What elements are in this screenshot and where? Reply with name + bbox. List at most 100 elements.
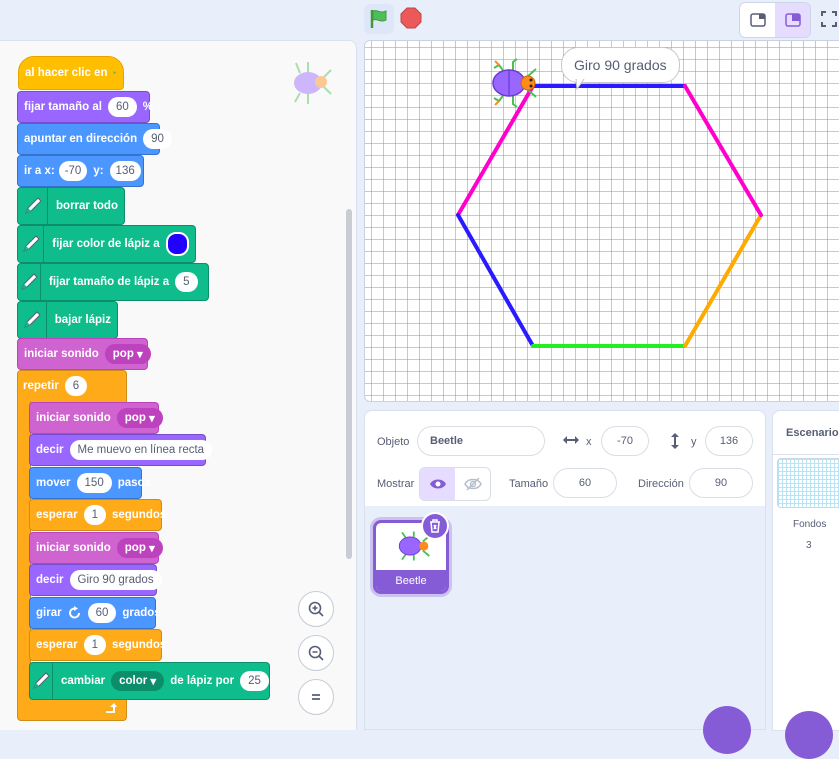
direction-label: Dirección	[638, 478, 684, 490]
y-input[interactable]: 136	[705, 426, 753, 456]
block-label: apuntar en dirección	[24, 133, 138, 145]
x-input[interactable]: -70	[58, 161, 88, 181]
set-pen-color-block[interactable]: fijar color de lápiz a	[17, 225, 196, 263]
block-label: iniciar sonido	[36, 412, 111, 424]
block-label: borrar todo	[56, 200, 118, 212]
block-suffix: grados	[122, 607, 161, 619]
block-suffix: pasos	[117, 477, 151, 489]
block-label: cambiar	[61, 675, 106, 687]
small-stage-icon[interactable]	[740, 3, 775, 37]
stage-target-pane[interactable]: Escenario Fondos 3	[772, 410, 839, 759]
code-area[interactable]: al hacer clic en fijar tamaño al 60 % ap…	[0, 40, 357, 730]
hide-eye-icon[interactable]	[455, 468, 490, 500]
sound-dropdown[interactable]: pop ▾	[116, 538, 163, 558]
pen-down-block[interactable]: bajar lápiz	[17, 301, 118, 339]
rotate-right-icon	[68, 606, 82, 620]
size-label: Tamaño	[509, 478, 549, 490]
y-input[interactable]: 136	[109, 161, 141, 181]
set-size-block[interactable]: fijar tamaño al 60 %	[17, 91, 153, 123]
sprite-ghost-icon	[282, 59, 334, 110]
x-input[interactable]: -70	[601, 426, 649, 456]
point-in-direction-block[interactable]: apuntar en dirección 90	[17, 123, 172, 155]
direction-input[interactable]: 90	[689, 468, 753, 498]
normal-stage-icon[interactable]	[775, 3, 810, 37]
sprite-list: Beetle	[364, 506, 766, 754]
zoom-in-icon[interactable]	[298, 591, 334, 627]
block-label: fijar tamaño de lápiz a	[49, 276, 170, 288]
add-backdrop-button[interactable]	[785, 711, 833, 759]
sound-dropdown[interactable]: pop ▾	[104, 344, 151, 364]
block-label: al hacer clic en	[25, 67, 108, 79]
stage-size-toggle	[739, 2, 811, 38]
backdrops-count: 3	[806, 540, 812, 551]
stop-icon[interactable]	[399, 6, 423, 30]
block-label: bajar lápiz	[54, 314, 111, 326]
wait-seconds-input[interactable]: 1	[83, 635, 106, 655]
set-pen-size-block[interactable]: fijar tamaño de lápiz a 5	[17, 263, 209, 301]
block-label: mover	[36, 477, 71, 489]
stage[interactable]: Giro 90 grados	[364, 40, 839, 402]
sound-dropdown[interactable]: pop ▾	[116, 408, 163, 428]
size-input[interactable]: 60	[553, 468, 617, 498]
change-pen-param-block[interactable]: cambiar color ▾ de lápiz por 25	[29, 662, 270, 700]
go-to-xy-block[interactable]: ir a x: -70 y: 136	[17, 155, 144, 187]
color-swatch[interactable]	[165, 232, 189, 256]
block-label: decir	[36, 574, 64, 586]
delete-sprite-icon[interactable]	[421, 512, 449, 540]
zoom-out-icon[interactable]	[298, 635, 334, 671]
say-block[interactable]: decir Me muevo en línea recta	[29, 434, 213, 466]
repeat-count-input[interactable]: 6	[64, 376, 88, 396]
block-label: fijar color de lápiz a	[52, 238, 160, 250]
block-label: repetir	[23, 380, 59, 392]
green-flag-icon	[113, 71, 117, 75]
add-sprite-button[interactable]	[703, 706, 751, 754]
backdrops-label: Fondos	[793, 519, 827, 530]
wait-block[interactable]: esperar 1 segundos	[29, 499, 166, 531]
move-steps-block[interactable]: mover 150 pasos	[29, 467, 151, 499]
start-sound-block[interactable]: iniciar sonido pop ▾	[29, 532, 163, 564]
block-label: de lápiz por	[170, 675, 235, 687]
pen-icon	[30, 662, 53, 700]
show-eye-icon[interactable]	[420, 468, 455, 500]
top-toolbar	[0, 0, 839, 38]
x-arrows-icon	[562, 433, 580, 452]
wait-block[interactable]: esperar 1 segundos	[29, 629, 166, 661]
dropdown-value: pop	[124, 412, 146, 424]
zoom-reset-icon[interactable]	[298, 679, 334, 715]
dropdown-value: color	[119, 675, 148, 687]
size-input[interactable]: 60	[107, 97, 137, 117]
block-suffix: %	[142, 101, 153, 113]
when-flag-clicked-block[interactable]: al hacer clic en	[18, 56, 124, 90]
degrees-input[interactable]: 60	[87, 603, 117, 623]
pen-size-input[interactable]: 5	[175, 272, 198, 292]
loop-arrow-icon	[104, 701, 118, 719]
sprite-tile-name: Beetle	[376, 570, 446, 591]
wait-seconds-input[interactable]: 1	[83, 505, 106, 525]
block-label: fijar tamaño al	[24, 101, 102, 113]
sprite-name-label: Objeto	[377, 436, 410, 448]
start-sound-block[interactable]: iniciar sonido pop ▾	[17, 338, 151, 370]
speech-bubble: Giro 90 grados	[561, 47, 680, 83]
direction-input[interactable]: 90	[143, 129, 172, 149]
y-arrows-icon	[669, 432, 681, 455]
say-text-input[interactable]: Me muevo en línea recta	[69, 440, 213, 460]
code-scrollbar[interactable]	[346, 209, 352, 559]
pen-icon	[18, 263, 41, 301]
say-block[interactable]: decir Giro 90 grados	[29, 564, 162, 596]
dropdown-value: pop	[124, 542, 146, 554]
start-sound-block[interactable]: iniciar sonido pop ▾	[29, 402, 163, 434]
change-amount-input[interactable]: 25	[240, 671, 269, 691]
block-label: iniciar sonido	[24, 348, 99, 360]
sprite-name-input[interactable]: Beetle	[417, 426, 545, 456]
backdrop-thumbnail[interactable]	[777, 458, 839, 508]
block-label: esperar	[36, 639, 78, 651]
steps-input[interactable]: 150	[76, 473, 112, 493]
x-label: x	[586, 436, 592, 448]
pen-param-dropdown[interactable]: color ▾	[111, 671, 165, 691]
green-flag-icon[interactable]	[364, 4, 394, 34]
fullscreen-icon[interactable]	[812, 2, 839, 36]
clear-block[interactable]: borrar todo	[17, 187, 125, 225]
dropdown-value: pop	[112, 348, 134, 360]
turn-right-block[interactable]: girar 60 grados	[29, 597, 161, 629]
say-text-input[interactable]: Giro 90 grados	[69, 570, 162, 590]
